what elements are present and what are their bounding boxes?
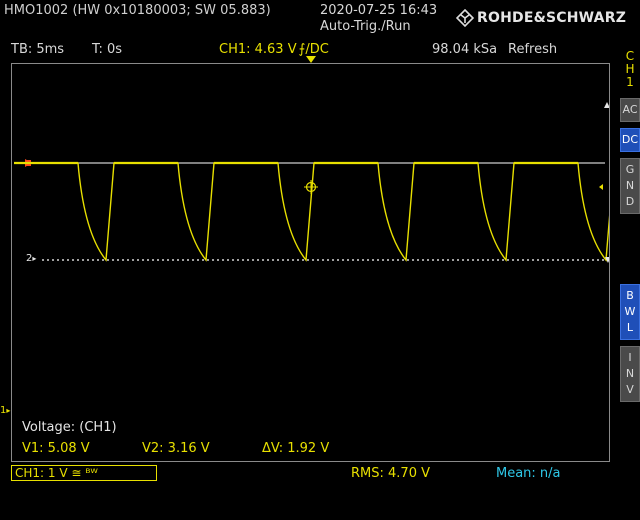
inv-char-3: V bbox=[626, 383, 634, 396]
trigger-level: CH1: 4.63 V bbox=[219, 42, 297, 57]
timebase[interactable]: TB: 5ms bbox=[11, 42, 64, 57]
cursor-v1-value: V1: 5.08 V bbox=[22, 441, 90, 456]
mean-measure: Mean: n/a bbox=[496, 466, 561, 481]
brand-logo: ROHDE&SCHWARZ bbox=[456, 8, 626, 28]
sample-rate: 98.04 kSa bbox=[432, 42, 498, 57]
ac-label: AC bbox=[622, 103, 638, 116]
coupling-ac-button[interactable]: AC bbox=[620, 98, 640, 122]
side-menu: C H 1 AC DC G N D B W L I N V bbox=[620, 48, 640, 520]
coupling-dc-button[interactable]: DC bbox=[620, 128, 640, 152]
scroll-up-icon bbox=[604, 102, 609, 108]
invert-button[interactable]: I N V bbox=[620, 346, 640, 402]
trigger-mode: Auto-Trig./Run bbox=[320, 19, 411, 34]
datetime: 2020-07-25 16:43 bbox=[320, 3, 438, 18]
gnd-char-3: D bbox=[625, 195, 635, 208]
gnd-char-1: G bbox=[625, 163, 635, 176]
cursor-delta-value: ΔV: 1.92 V bbox=[262, 441, 330, 456]
inv-char-1: I bbox=[628, 351, 632, 364]
ch1-trace bbox=[14, 162, 609, 262]
bwl-char-2: W bbox=[624, 305, 636, 318]
trigger-crosshair-icon bbox=[304, 180, 318, 194]
waveform-display[interactable]: 2▸ Voltage: (CH1) V1: 5.08 V V2: 3.16 V … bbox=[11, 63, 610, 462]
cursor-v2-value: V2: 3.16 V bbox=[142, 441, 210, 456]
acquisition-mode[interactable]: Refresh bbox=[508, 42, 557, 57]
trigger-info[interactable]: CH1: 4.63 V ⨍/DC bbox=[219, 42, 329, 57]
coupling-gnd-button[interactable]: G N D bbox=[620, 158, 640, 214]
bwl-char-1: B bbox=[626, 289, 634, 302]
brand-name: ROHDE&SCHWARZ bbox=[477, 10, 627, 26]
trigger-time[interactable]: T: 0s bbox=[92, 42, 122, 57]
rs-diamond-icon bbox=[456, 9, 474, 27]
ch2-marker[interactable]: 2▸ bbox=[26, 253, 36, 264]
bwl-char-3: L bbox=[626, 321, 634, 334]
ch1-setting-label: CH1: 1 V ≅ ᴮᵂ bbox=[15, 466, 98, 480]
rms-measure: RMS: 4.70 V bbox=[351, 466, 430, 481]
device-info: HMO1002 (HW 0x10180003; SW 05.883) bbox=[4, 3, 271, 18]
dc-label: DC bbox=[621, 133, 639, 146]
bandwidth-limit-button[interactable]: B W L bbox=[620, 284, 640, 340]
trigger-level-marker-icon bbox=[599, 184, 603, 190]
measure-title: Voltage: (CH1) bbox=[22, 420, 117, 435]
trigger-slope: ⨍/DC bbox=[298, 42, 329, 57]
waveform-svg bbox=[14, 102, 609, 263]
channel-indicator: C H 1 bbox=[620, 50, 640, 89]
gnd-char-2: N bbox=[625, 179, 635, 192]
inv-char-2: N bbox=[625, 367, 635, 380]
channel-char-3: 1 bbox=[626, 75, 634, 89]
ch1-ground-marker[interactable]: 1▸ bbox=[0, 405, 10, 416]
ch1-setting-box[interactable]: CH1: 1 V ≅ ᴮᵂ bbox=[11, 465, 157, 481]
